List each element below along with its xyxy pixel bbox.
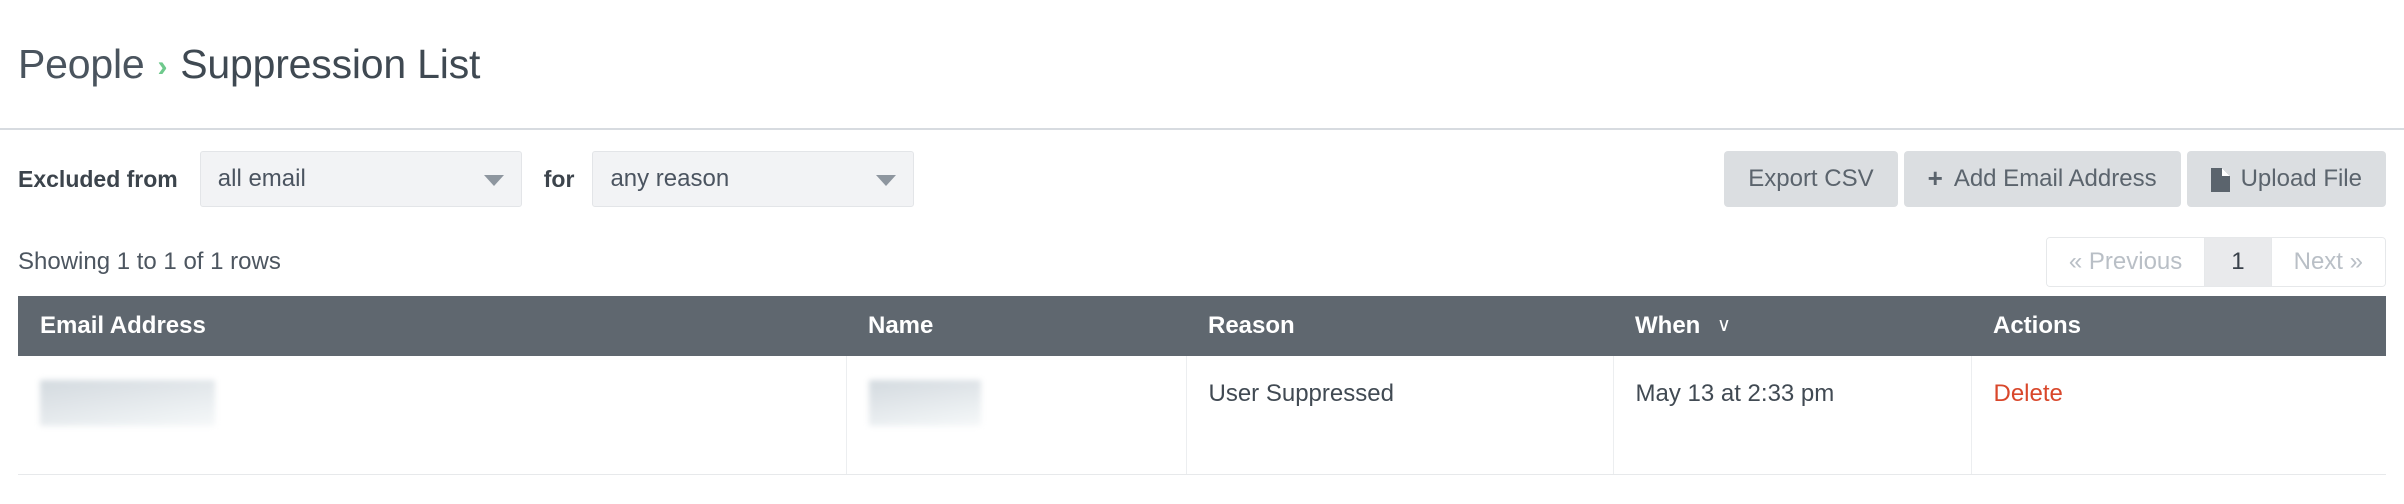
excluded-from-select[interactable]: all email bbox=[199, 151, 522, 207]
column-header-email-address[interactable]: Email Address bbox=[18, 296, 846, 356]
table-info-row: Showing 1 to 1 of 1 rows « Previous 1 Ne… bbox=[0, 228, 2404, 296]
plus-icon: + bbox=[1927, 163, 1943, 193]
column-header-when-label: When bbox=[1635, 312, 1701, 339]
column-header-actions[interactable]: Actions bbox=[1971, 296, 2386, 356]
file-icon bbox=[2210, 168, 2230, 192]
table-head: Email Address Name Reason When ∨ Actions bbox=[18, 296, 2386, 356]
chevron-down-icon: ∨ bbox=[1717, 315, 1731, 336]
cell-email-address bbox=[18, 356, 847, 475]
reason-value: any reason bbox=[610, 165, 730, 192]
chevron-down-icon bbox=[483, 175, 504, 186]
pagination-next[interactable]: Next » bbox=[2271, 238, 2385, 286]
upload-file-label: Upload File bbox=[2240, 165, 2362, 192]
delete-link[interactable]: Delete bbox=[1994, 380, 2063, 407]
add-email-address-button[interactable]: + Add Email Address bbox=[1903, 151, 2181, 207]
breadcrumb: People › Suppression List bbox=[18, 41, 480, 88]
page-title: Suppression List bbox=[180, 40, 481, 87]
redacted-name-value bbox=[868, 380, 981, 426]
rows-summary: Showing 1 to 1 of 1 rows bbox=[18, 248, 281, 275]
column-header-reason-label: Reason bbox=[1208, 312, 1295, 339]
chevron-right-icon: › bbox=[157, 49, 168, 83]
breadcrumb-item-people[interactable]: People bbox=[18, 41, 145, 88]
table-header-row: Email Address Name Reason When ∨ Actions bbox=[18, 296, 2386, 356]
add-email-address-label: Add Email Address bbox=[1953, 165, 2157, 192]
cell-reason: User Suppressed bbox=[1186, 356, 1614, 475]
column-header-name[interactable]: Name bbox=[846, 296, 1186, 356]
reason-select[interactable]: any reason bbox=[592, 151, 915, 207]
upload-file-button[interactable]: Upload File bbox=[2186, 151, 2386, 207]
column-header-actions-label: Actions bbox=[1993, 312, 2082, 339]
export-csv-button[interactable]: Export CSV bbox=[1724, 151, 1898, 207]
for-label: for bbox=[543, 165, 575, 192]
column-header-reason[interactable]: Reason bbox=[1186, 296, 1613, 356]
cell-when: May 13 at 2:33 pm bbox=[1613, 356, 1972, 475]
table-body: User Suppressed May 13 at 2:33 pm Delete bbox=[18, 356, 2386, 475]
column-header-name-label: Name bbox=[868, 312, 934, 339]
export-csv-label: Export CSV bbox=[1748, 165, 1874, 192]
excluded-from-label: Excluded from bbox=[18, 165, 178, 192]
cell-name bbox=[846, 356, 1187, 475]
table-row: User Suppressed May 13 at 2:33 pm Delete bbox=[18, 356, 2386, 475]
column-header-when[interactable]: When ∨ bbox=[1613, 296, 1971, 356]
redacted-email-value bbox=[40, 380, 215, 426]
pagination: « Previous 1 Next » bbox=[2045, 237, 2386, 287]
suppression-table-wrapper: Email Address Name Reason When ∨ Actions bbox=[0, 296, 2404, 475]
suppression-list-table: Email Address Name Reason When ∨ Actions bbox=[18, 296, 2386, 475]
pagination-previous[interactable]: « Previous bbox=[2046, 238, 2206, 286]
chevron-down-icon bbox=[876, 175, 897, 186]
pagination-page-1[interactable]: 1 bbox=[2205, 238, 2272, 286]
toolbar-actions: Export CSV + Add Email Address Upload Fi… bbox=[1724, 151, 2386, 207]
excluded-from-value: all email bbox=[217, 165, 306, 192]
page-header: People › Suppression List bbox=[0, 0, 2404, 130]
column-header-email-address-label: Email Address bbox=[40, 312, 206, 339]
filter-toolbar: Excluded from all email for any reason E… bbox=[0, 130, 2404, 228]
cell-actions: Delete bbox=[1971, 356, 2386, 475]
